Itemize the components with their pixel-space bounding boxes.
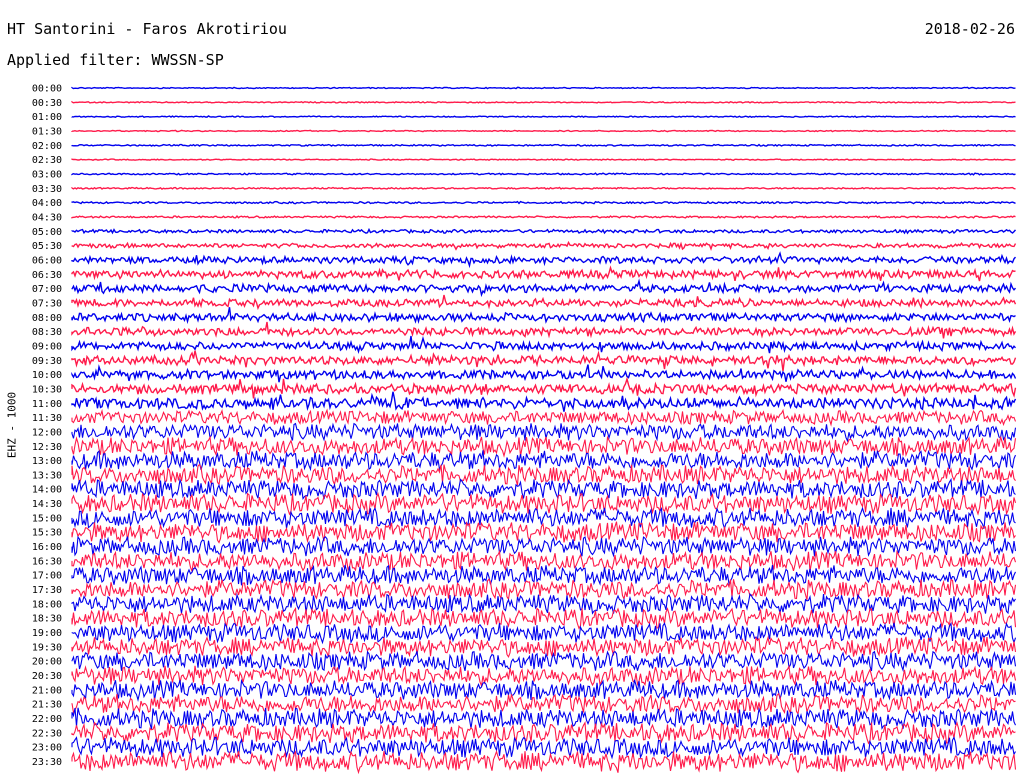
trace-1700 [71,564,1016,586]
time-tick-0100: 01:00 [32,112,62,123]
trace-group [71,86,1017,775]
trace-1830 [71,606,1017,630]
time-tick-1000: 10:00 [32,370,62,381]
trace-2130 [71,692,1016,716]
trace-0600 [71,251,1017,269]
time-tick-2100: 21:00 [32,685,62,696]
time-tick-0800: 08:00 [32,313,62,324]
trace-1900 [71,621,1017,645]
time-tick-1400: 14:00 [32,485,62,496]
trace-0900 [71,335,1017,354]
time-tick-2300: 23:00 [32,743,62,754]
time-tick-1600: 16:00 [32,542,62,553]
trace-1800 [71,592,1016,615]
trace-0100 [71,115,1016,119]
time-tick-0730: 07:30 [32,298,62,309]
trace-1300 [71,449,1017,472]
helicorder-plot: 00:00 00:30 01:00 01:30 02:00 02:30 03:00 03:30… [32,84,1017,775]
time-tick-1100: 11:00 [32,399,62,410]
time-tick-1500: 15:00 [32,513,62,524]
trace-1200 [71,422,1017,443]
time-tick-labels: 00:00 00:30 01:00 01:30 02:00 02:30 03:00 03:30… [32,84,62,769]
time-tick-0500: 05:00 [32,227,62,238]
trace-1400 [71,477,1016,501]
trace-1000 [71,364,1017,383]
time-tick-0700: 07:00 [32,284,62,295]
trace-0930 [71,350,1017,372]
trace-0730 [71,294,1017,311]
time-tick-2230: 22:30 [32,728,62,739]
trace-1630 [71,549,1017,574]
trace-0400 [71,200,1016,205]
time-tick-1800: 18:00 [32,599,62,610]
time-tick-0400: 04:00 [32,198,62,209]
time-tick-1730: 17:30 [32,585,62,596]
time-tick-1130: 11:30 [32,413,62,424]
trace-0430 [71,215,1016,219]
time-tick-0600: 06:00 [32,255,62,266]
time-tick-0330: 03:30 [32,184,62,195]
trace-0300 [71,172,1016,176]
time-tick-0900: 09:00 [32,341,62,352]
trace-1430 [71,492,1017,516]
trace-1330 [71,463,1016,487]
time-tick-2330: 23:30 [32,757,62,768]
trace-0630 [71,265,1016,282]
time-tick-2000: 20:00 [32,657,62,668]
trace-1030 [71,376,1017,399]
time-tick-1530: 15:30 [32,528,62,539]
time-tick-0200: 02:00 [32,141,62,152]
trace-0000 [71,86,1016,90]
trace-0700 [71,278,1017,298]
time-tick-2130: 21:30 [32,700,62,711]
time-tick-0230: 02:30 [32,155,62,166]
time-tick-1630: 16:30 [32,556,62,567]
trace-2300 [71,736,1016,760]
trace-0200 [71,143,1016,147]
trace-1730 [71,578,1017,601]
time-tick-0630: 06:30 [32,270,62,281]
time-tick-2200: 22:00 [32,714,62,725]
trace-1130 [71,408,1017,427]
time-tick-1300: 13:00 [32,456,62,467]
time-tick-1030: 10:30 [32,384,62,395]
time-tick-1900: 19:00 [32,628,62,639]
time-tick-1230: 12:30 [32,442,62,453]
trace-1600 [71,535,1017,558]
time-tick-1830: 18:30 [32,614,62,625]
time-tick-1700: 17:00 [32,571,62,582]
trace-0500 [71,227,1017,235]
time-tick-1930: 19:30 [32,642,62,653]
time-tick-0300: 03:00 [32,169,62,180]
time-tick-0530: 05:30 [32,241,62,252]
time-tick-1200: 12:00 [32,427,62,438]
trace-0530 [71,240,1017,251]
time-tick-0930: 09:30 [32,356,62,367]
time-tick-0030: 00:30 [32,98,62,109]
trace-0030 [71,100,1016,104]
trace-1100 [71,391,1017,412]
trace-1530 [71,521,1016,544]
trace-0330 [71,186,1016,190]
time-tick-0130: 01:30 [32,126,62,137]
time-tick-2030: 20:30 [32,671,62,682]
time-tick-0430: 04:30 [32,212,62,223]
trace-0800 [71,307,1016,325]
trace-0830 [71,321,1017,339]
time-tick-1430: 14:30 [32,499,62,510]
time-tick-1330: 13:30 [32,470,62,481]
trace-1930 [71,635,1017,659]
trace-0230 [71,158,1016,162]
trace-0130 [71,129,1016,133]
time-tick-0000: 00:00 [32,84,62,95]
time-tick-0830: 08:30 [32,327,62,338]
trace-2000 [71,650,1017,673]
